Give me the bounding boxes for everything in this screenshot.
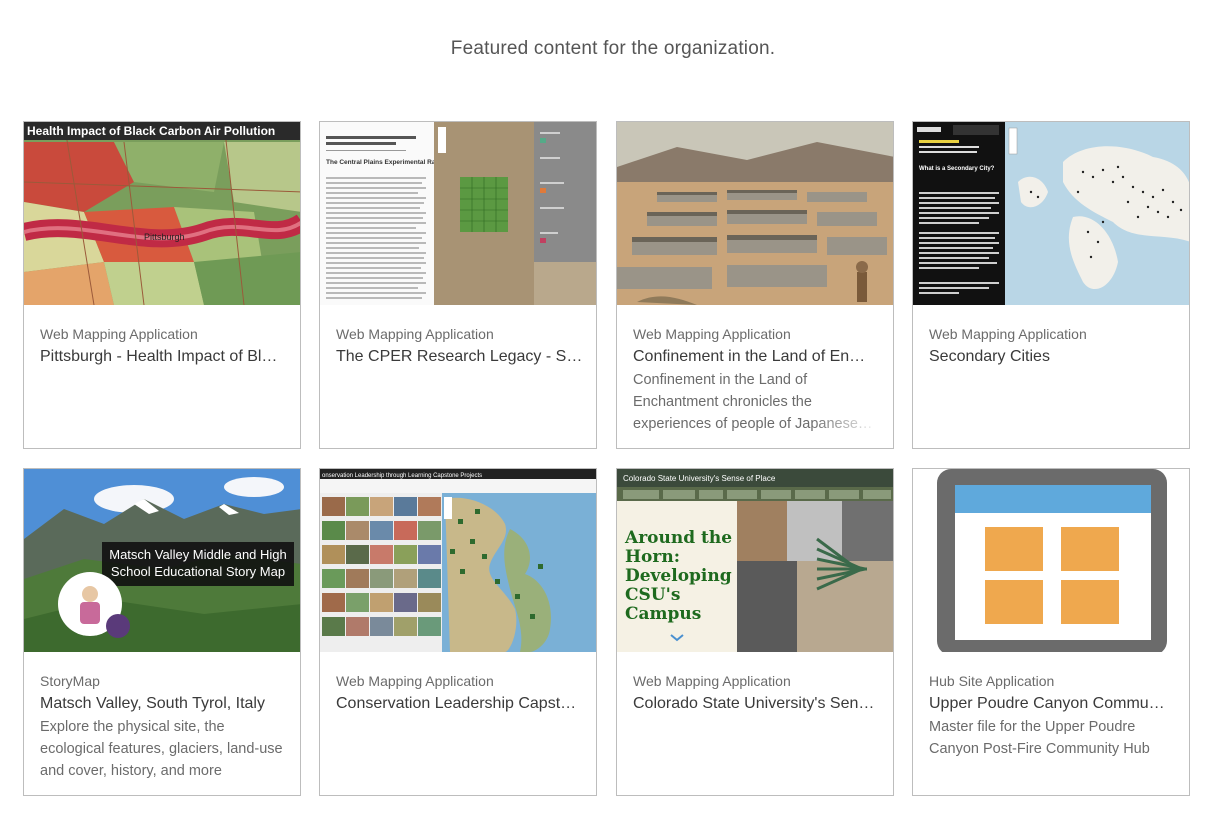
item-title[interactable]: The CPER Research Legacy - Sh… (336, 348, 584, 366)
content-card[interactable]: What is a Secondary City? Web Mapping Ap… (912, 121, 1190, 449)
item-description: Explore the physical site, the ecologica… (40, 716, 288, 782)
card-thumbnail[interactable]: The Central Plains Experimental Range (320, 122, 596, 305)
svg-text:Campus: Campus (625, 604, 701, 624)
card-thumbnail[interactable] (913, 469, 1189, 652)
svg-text:Around the: Around the (624, 528, 732, 548)
svg-text:Pittsburgh: Pittsburgh (144, 232, 185, 242)
item-type: Web Mapping Application (336, 673, 494, 689)
item-title[interactable]: Colorado State University's Sen… (633, 695, 881, 713)
svg-text:The Central Plains Experimenta: The Central Plains Experimental Range (326, 159, 447, 166)
item-title[interactable]: Pittsburgh - Health Impact of Bl… (40, 348, 288, 366)
card-thumbnail[interactable]: Matsch Valley Middle and High School Edu… (24, 469, 300, 652)
item-type: Web Mapping Application (40, 326, 198, 342)
item-type: Hub Site Application (929, 673, 1055, 689)
content-card[interactable]: Hub Site Application Upper Poudre Canyon… (912, 468, 1190, 796)
page-subtitle: Featured content for the organization. (450, 38, 776, 59)
svg-text:School Educational Story Map: School Educational Story Map (111, 564, 285, 579)
item-title[interactable]: Secondary Cities (929, 348, 1177, 366)
svg-text:Developing: Developing (625, 566, 732, 586)
content-card[interactable]: Web Mapping Application Confinement in t… (616, 121, 894, 449)
svg-text:Health Impact of Black Carbon: Health Impact of Black Carbon Air Pollut… (27, 124, 275, 138)
card-thumbnail[interactable]: onservation Leadership through Learning … (320, 469, 596, 652)
card-thumbnail[interactable]: Colorado State University's Sense of Pla… (617, 469, 893, 652)
item-title[interactable]: Confinement in the Land of En… (633, 348, 881, 366)
item-type: Web Mapping Application (633, 673, 791, 689)
card-thumbnail[interactable]: What is a Secondary City? (913, 122, 1189, 305)
content-card[interactable]: The Central Plains Experimental Range We… (319, 121, 597, 449)
card-thumbnail[interactable]: Health Impact of Black Carbon Air Pollut… (24, 122, 300, 305)
item-type: Web Mapping Application (929, 326, 1087, 342)
item-type: StoryMap (40, 673, 100, 689)
svg-text:CSU's: CSU's (625, 585, 680, 605)
content-card[interactable]: Colorado State University's Sense of Pla… (616, 468, 894, 796)
item-type: Web Mapping Application (633, 326, 791, 342)
svg-text:Horn:: Horn: (625, 547, 680, 567)
content-card[interactable]: onservation Leadership through Learning … (319, 468, 597, 796)
svg-text:Colorado State University's Se: Colorado State University's Sense of Pla… (623, 474, 776, 483)
item-title[interactable]: Upper Poudre Canyon Commu… (929, 695, 1177, 713)
svg-text:onservation Leadership through: onservation Leadership through Learning … (322, 473, 482, 479)
card-thumbnail[interactable] (617, 122, 893, 305)
item-description: Master file for the Upper Poudre Canyon … (929, 719, 1150, 757)
svg-text:What is a Secondary City?: What is a Secondary City? (919, 166, 995, 172)
content-card[interactable]: Health Impact of Black Carbon Air Pollut… (23, 121, 301, 449)
content-card[interactable]: Matsch Valley Middle and High School Edu… (23, 468, 301, 796)
item-title[interactable]: Matsch Valley, South Tyrol, Italy (40, 695, 288, 713)
item-title[interactable]: Conservation Leadership Capst… (336, 695, 584, 713)
svg-text:Matsch Valley Middle and High: Matsch Valley Middle and High (109, 547, 287, 562)
item-type: Web Mapping Application (336, 326, 494, 342)
item-description: Confinement in the Land of Enchantment c… (633, 369, 881, 435)
